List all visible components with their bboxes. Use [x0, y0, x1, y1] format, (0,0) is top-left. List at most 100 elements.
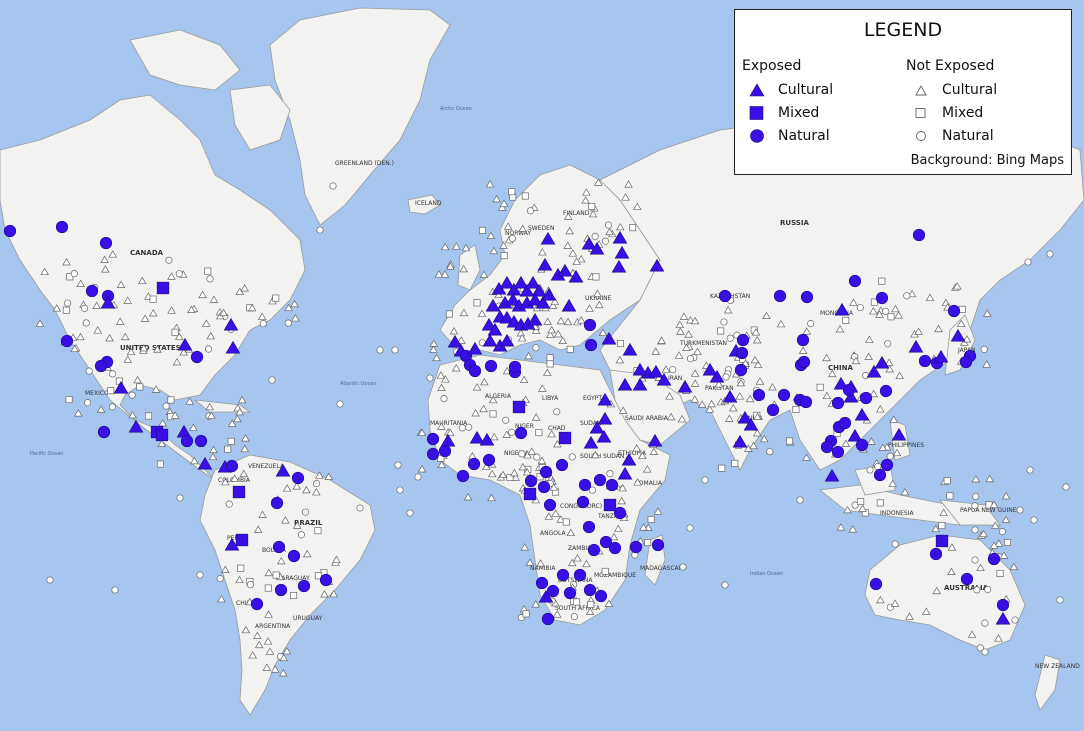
triangle-outline-icon: [915, 84, 927, 95]
exposed-natural-site: [297, 579, 311, 593]
not-exposed-natural-site: [108, 403, 116, 411]
not-exposed-natural-site: [866, 466, 874, 474]
not-exposed-natural-site: [686, 355, 694, 363]
label-russia: RUSSIA: [780, 219, 809, 227]
not-exposed-mixed-site: [842, 316, 850, 324]
exposed-natural-site: [734, 363, 748, 377]
exposed-natural-site: [594, 589, 608, 603]
exposed-natural-site: [467, 457, 481, 471]
not-exposed-mixed-site: [587, 600, 595, 608]
not-exposed-natural-site: [508, 428, 516, 436]
not-exposed-natural-site: [998, 528, 1006, 536]
square-outline-icon: [915, 107, 926, 118]
not-exposed-mixed-site: [996, 569, 1004, 577]
exposed-natural-site: [180, 434, 194, 448]
not-exposed-natural-site: [84, 399, 92, 407]
exposed-mixed-site: [523, 487, 537, 501]
exposed-natural-site: [563, 586, 577, 600]
not-exposed-natural-site: [533, 453, 541, 461]
not-exposed-natural-site: [971, 556, 979, 564]
exposed-natural-site: [537, 480, 551, 494]
not-exposed-mixed-site: [946, 492, 954, 500]
not-exposed-natural-site: [162, 402, 170, 410]
map-attribution: Background: Bing Maps: [910, 153, 1064, 168]
exposed-natural-site: [918, 354, 932, 368]
not-exposed-natural-site: [856, 304, 864, 312]
not-exposed-mixed-site: [588, 203, 596, 211]
not-exposed-natural-site: [874, 462, 882, 471]
exposed-natural-site: [578, 478, 592, 492]
label-sweden: SWEDEN: [528, 225, 554, 232]
exposed-natural-site: [587, 543, 601, 557]
exposed-natural-site: [848, 274, 862, 288]
exposed-natural-site: [605, 478, 619, 492]
not-exposed-mixed-site: [224, 445, 232, 453]
exposed-mixed-site: [156, 281, 170, 295]
not-exposed-mixed-site: [573, 598, 581, 606]
legend-not-exposed-mixed-label: Mixed: [942, 104, 984, 121]
exposed-natural-site: [875, 291, 889, 305]
exposed-mixed-site: [935, 534, 949, 548]
label-arctic-ocean: Arctic Ocean: [440, 106, 472, 112]
not-exposed-mixed-site: [938, 521, 946, 529]
not-exposed-mixed-site: [535, 429, 543, 437]
label-mexico: MEXICO: [85, 390, 109, 397]
not-exposed-mixed-site: [562, 518, 570, 526]
exposed-natural-site: [573, 568, 587, 582]
label-angola: ANGOLA: [540, 530, 566, 537]
not-exposed-natural-site: [884, 340, 892, 348]
not-exposed-mixed-site: [1003, 539, 1011, 547]
exposed-natural-site: [287, 549, 301, 563]
exposed-natural-site: [426, 447, 440, 461]
exposed-natural-site: [582, 520, 596, 534]
exposed-mixed-site: [155, 428, 169, 442]
exposed-natural-site: [456, 469, 470, 483]
exposed-natural-site: [820, 440, 834, 454]
legend-title: LEGEND: [863, 19, 943, 41]
not-exposed-natural-site: [526, 207, 534, 215]
label-pacific-ocean: Pacific Ocean: [30, 451, 63, 457]
not-exposed-natural-site: [376, 346, 384, 354]
not-exposed-mixed-site: [65, 396, 73, 404]
exposed-natural-site: [880, 458, 894, 472]
not-exposed-mixed-site: [647, 515, 655, 523]
not-exposed-natural-site: [63, 299, 72, 307]
not-exposed-natural-site: [984, 586, 992, 594]
not-exposed-mixed-site: [478, 226, 486, 234]
label-greenland: GREENLAND (DEN.): [335, 160, 394, 167]
exposed-natural-site: [583, 318, 597, 332]
label-australia: AUSTRALIA: [944, 584, 989, 592]
exposed-natural-site: [766, 403, 780, 417]
legend-exposed-cultural-label: Cultural: [778, 81, 834, 98]
legend-not-exposed-column: Not Exposed Cultural Mixed Natural: [906, 58, 997, 147]
exposed-natural-site: [629, 540, 643, 554]
not-exposed-natural-site: [980, 345, 988, 353]
not-exposed-mixed-site: [204, 267, 212, 275]
label-iran: IRAN: [668, 375, 682, 382]
exposed-natural-site: [799, 395, 813, 409]
not-exposed-natural-site: [981, 619, 989, 627]
exposed-natural-site: [584, 338, 598, 352]
not-exposed-natural-site: [70, 270, 78, 278]
not-exposed-mixed-site: [156, 460, 164, 468]
legend-not-exposed-natural-label: Natural: [942, 127, 994, 144]
not-exposed-natural-site: [391, 346, 399, 354]
exposed-natural-site: [960, 572, 974, 586]
not-exposed-natural-site: [981, 648, 989, 656]
exposed-natural-site: [838, 416, 852, 430]
not-exposed-natural-site: [109, 370, 117, 378]
exposed-natural-site: [3, 224, 17, 238]
exposed-mixed-site: [232, 485, 246, 499]
square-filled-icon: [749, 105, 764, 120]
not-exposed-natural-site: [606, 470, 614, 478]
not-exposed-natural-site: [85, 367, 93, 375]
label-chad: CHAD: [548, 425, 566, 432]
not-exposed-natural-site: [394, 461, 402, 469]
not-exposed-natural-site: [604, 221, 613, 229]
triangle-filled-icon: [749, 82, 765, 96]
not-exposed-mixed-site: [792, 405, 800, 413]
not-exposed-natural-site: [225, 500, 233, 508]
not-exposed-natural-site: [679, 563, 687, 571]
not-exposed-natural-site: [601, 237, 609, 245]
exposed-natural-site: [270, 496, 284, 510]
